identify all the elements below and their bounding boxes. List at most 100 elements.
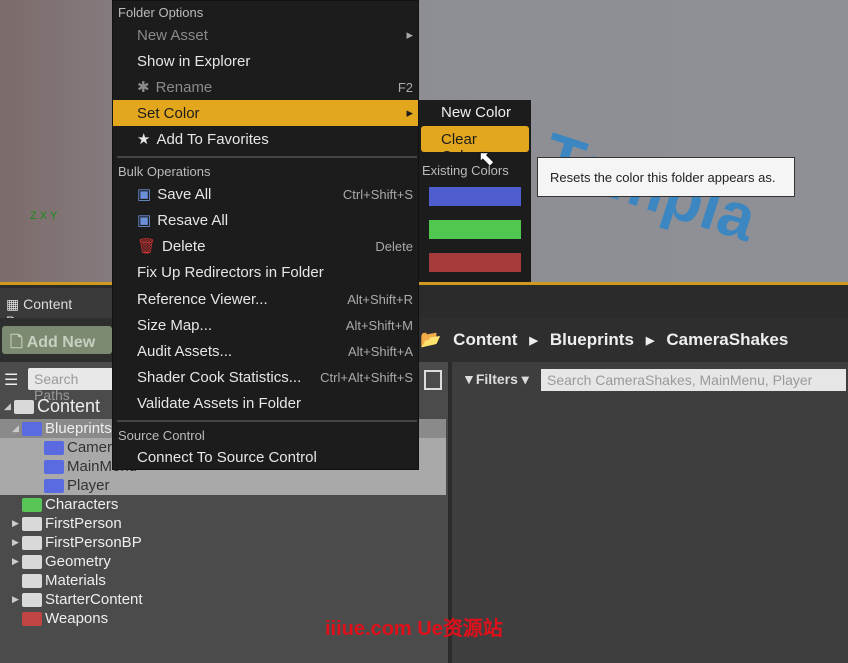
folder-label: Weapons	[45, 610, 109, 627]
save-icon: ▣	[137, 186, 152, 203]
menu-add-to-favorites[interactable]: ★ Add To Favorites	[113, 126, 418, 152]
shortcut: Alt+Shift+R	[347, 291, 413, 307]
folder-label: Content	[37, 396, 101, 416]
color-swatch-red[interactable]	[429, 253, 521, 272]
menu-size-map[interactable]: Size Map... Alt+Shift+M	[113, 312, 418, 338]
menu-fix-up-redirectors[interactable]: Fix Up Redirectors in Folder	[113, 259, 418, 285]
section-bulk-operations: Bulk Operations	[118, 164, 211, 179]
folder-icon	[22, 516, 42, 531]
menu-resave-all[interactable]: ▣ Resave All	[113, 207, 418, 233]
expand-arrow-icon[interactable]: ▶	[12, 537, 22, 548]
mouse-cursor-icon: ⬉	[478, 148, 495, 170]
menu-connect-source-control[interactable]: Connect To Source Control	[113, 444, 418, 470]
label: Shader Cook Statistics...	[137, 368, 302, 386]
menu-set-color[interactable]: Set Color ▸	[113, 100, 418, 126]
add-new-button[interactable]: 🗋 Add New	[2, 326, 112, 354]
folder-icon	[22, 592, 42, 607]
folder-icon	[22, 611, 42, 626]
tab-content-browser[interactable]: ▦ Content Browser	[0, 288, 130, 329]
shortcut: Delete	[375, 238, 413, 254]
expand-arrow-icon[interactable]: ◢	[12, 423, 22, 434]
expand-arrow-icon[interactable]: ▶	[12, 518, 22, 529]
folder-icon	[22, 421, 42, 436]
rename-icon: ✱	[137, 79, 150, 96]
asset-view	[452, 362, 848, 663]
folder-context-menu: Folder Options New Asset ▸ Show in Explor…	[112, 0, 419, 470]
menu-show-in-explorer[interactable]: Show in Explorer	[113, 48, 418, 74]
menu-new-asset[interactable]: New Asset ▸	[113, 22, 418, 48]
filter-icon: ▼	[462, 371, 476, 387]
folder-label: Player	[67, 477, 110, 494]
label: Reference Viewer...	[137, 290, 268, 308]
tree-folder-item[interactable]: ▶ FirstPersonBP	[0, 533, 142, 552]
shortcut: Ctrl+Alt+Shift+S	[320, 369, 413, 385]
content-browser-icon: ▦	[6, 296, 24, 312]
menu-audit-assets[interactable]: Audit Assets... Alt+Shift+A	[113, 338, 418, 364]
folder-icon	[44, 440, 64, 455]
color-swatch-blue[interactable]	[429, 187, 521, 206]
breadcrumb-camerashakes[interactable]: CameraShakes	[666, 330, 788, 350]
breadcrumb-blueprints[interactable]: Blueprints	[550, 330, 634, 350]
delete-icon: 🗑	[137, 238, 157, 255]
menu-rename[interactable]: ✱ Rename F2	[113, 74, 418, 100]
tree-folder-item[interactable]: Characters	[0, 495, 118, 514]
submenu-arrow-icon: ▸	[406, 27, 413, 42]
divider	[117, 420, 417, 422]
label: Resave All	[157, 211, 229, 229]
tree-folder-item[interactable]: ▶ FirstPerson	[0, 514, 122, 533]
color-swatch-green[interactable]	[429, 220, 521, 239]
section-existing-colors: Existing Colors	[422, 163, 509, 178]
folder-label: StarterContent	[45, 591, 143, 608]
asset-search-input[interactable]: Search CameraShakes, MainMenu, Player	[541, 369, 846, 391]
expand-arrow-icon[interactable]: ▶	[12, 594, 22, 605]
tooltip: Resets the color this folder appears as.	[537, 157, 795, 197]
tree-folder-item[interactable]: ▶ Geometry	[0, 552, 111, 571]
label: New Asset	[137, 26, 208, 44]
shortcut: Alt+Shift+M	[345, 317, 413, 333]
folder-label: FirstPerson	[45, 515, 122, 532]
menu-save-all[interactable]: ▣ Save All Ctrl+Shift+S	[113, 181, 418, 207]
label: Size Map...	[137, 316, 213, 334]
expand-arrow-icon[interactable]: ▶	[12, 556, 22, 567]
tree-folder-item[interactable]: Player	[0, 476, 446, 495]
label: Delete	[162, 237, 206, 255]
chevron-right-icon[interactable]: ▶	[529, 334, 537, 347]
folder-label: Materials	[45, 572, 106, 589]
axis-gizmo: Z X Y	[30, 210, 58, 222]
menu-new-color[interactable]: New Color	[441, 104, 511, 121]
label: Fix Up Redirectors in Folder	[137, 263, 324, 281]
chevron-right-icon[interactable]: ▶	[646, 334, 654, 347]
tree-folder-item[interactable]: Weapons	[0, 609, 108, 628]
label: Rename	[155, 78, 213, 96]
tree-folder-item[interactable]: ▶ StarterContent	[0, 590, 143, 609]
folder-label: Characters	[45, 496, 119, 513]
add-new-label: Add New	[26, 334, 96, 351]
toggle-sources-icon[interactable]: ☰	[4, 370, 18, 390]
submenu-arrow-icon: ▸	[406, 105, 413, 120]
menu-reference-viewer[interactable]: Reference Viewer... Alt+Shift+R	[113, 286, 418, 312]
section-folder-options: Folder Options	[118, 5, 204, 20]
watermark: iiiue.com Ue资源站	[325, 618, 503, 640]
view-options-icon[interactable]	[424, 370, 442, 390]
shortcut: Ctrl+Shift+S	[342, 186, 413, 202]
label: Show in Explorer	[137, 52, 251, 70]
search-paths-input[interactable]: Search Paths	[28, 368, 118, 403]
tree-folder-item[interactable]: ◢ Content	[0, 396, 101, 416]
label: Set Color	[137, 104, 200, 122]
menu-clear-color[interactable]: Clear Color	[421, 126, 529, 165]
shortcut: Alt+Shift+A	[347, 343, 413, 359]
expand-arrow-icon[interactable]: ◢	[4, 401, 14, 412]
folder-icon	[22, 535, 42, 550]
breadcrumb-content[interactable]: Content	[453, 330, 517, 350]
folder-icon	[22, 497, 42, 512]
folder-icon	[44, 478, 64, 493]
filters-button[interactable]: ▼Filters ▾	[462, 371, 529, 388]
breadcrumb: 📂 Content ▶ Blueprints ▶ CameraShakes	[420, 330, 788, 350]
label: Validate Assets in Folder	[137, 394, 301, 412]
label: Add To Favorites	[156, 130, 269, 148]
menu-shader-cook-statistics[interactable]: Shader Cook Statistics... Ctrl+Alt+Shift+…	[113, 364, 418, 390]
menu-validate-assets[interactable]: Validate Assets in Folder	[113, 390, 418, 416]
menu-delete[interactable]: 🗑 Delete Delete	[113, 233, 418, 259]
tree-folder-item[interactable]: Materials	[0, 571, 106, 590]
folder-icon	[44, 459, 64, 474]
